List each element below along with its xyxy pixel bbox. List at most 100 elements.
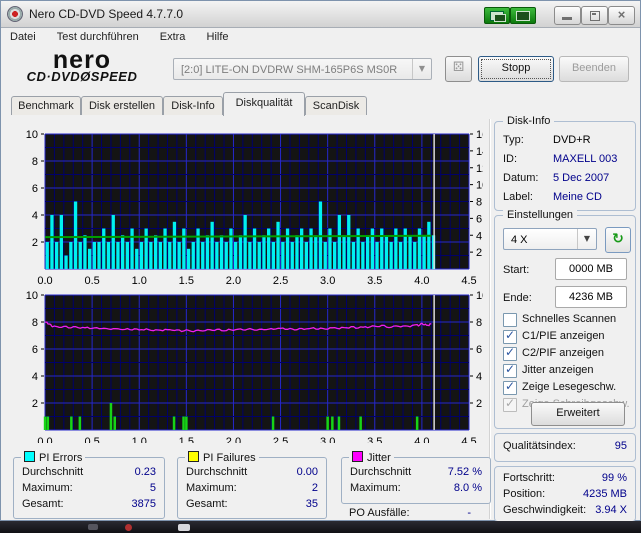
taskbar-icon[interactable] xyxy=(178,524,190,531)
svg-text:10: 10 xyxy=(26,129,38,141)
svg-text:3.5: 3.5 xyxy=(367,436,382,443)
advanced-button[interactable]: Erweitert xyxy=(531,402,625,426)
svg-text:1.0: 1.0 xyxy=(132,436,147,443)
svg-text:16: 16 xyxy=(476,129,483,141)
disk-info-panel: Disk-Info Typ: DVD+R ID: MAXELL 003 Datum:… xyxy=(494,115,636,211)
tab-benchmark[interactable]: Benchmark xyxy=(11,96,81,115)
speed-select[interactable]: 4 X ▼ xyxy=(503,228,597,250)
po-failures-row: PO Ausfälle: - xyxy=(349,507,471,521)
nero-logo: nero CD·DVDØSPEED xyxy=(26,46,138,84)
app-icon xyxy=(7,6,23,22)
taskbar[interactable] xyxy=(0,521,641,533)
menu-datei[interactable]: Datei xyxy=(1,28,45,43)
svg-text:4: 4 xyxy=(32,371,38,383)
tab-diskqualitaet[interactable]: Diskqualität xyxy=(223,92,305,116)
jitter-stats: Jitter Durchschnitt 7.52 % Maximum: 8.0 % xyxy=(341,451,491,504)
pi-failures-stats: PI Failures Durchschnitt 0.00 Maximum: 2 G… xyxy=(177,451,327,519)
quality-index-label: Qualitätsindex: xyxy=(503,440,576,452)
disk-label-value: Meine CD xyxy=(553,191,602,203)
svg-text:4: 4 xyxy=(32,210,38,222)
checkbox-jitter[interactable]: ✓ xyxy=(503,362,517,378)
end-input[interactable]: 4236 MB xyxy=(555,286,627,308)
titlebar: Nero CD-DVD Speed 4.7.7.0 × xyxy=(1,1,640,28)
disk-type-value: DVD+R xyxy=(553,134,591,146)
tab-scandisk[interactable]: ScanDisk xyxy=(305,96,367,115)
svg-text:12: 12 xyxy=(476,163,483,175)
disk-date-value: 5 Dec 2007 xyxy=(553,172,610,184)
jitter-swatch xyxy=(352,451,363,462)
disk-label-label: Label: xyxy=(503,191,533,203)
check-icon: ✓ xyxy=(505,328,516,342)
maximize-button[interactable] xyxy=(581,6,608,25)
dice-icon: ⚄ xyxy=(452,60,465,75)
checkbox-c2-pif[interactable]: ✓ xyxy=(503,345,517,361)
end-label: Ende: xyxy=(503,292,532,304)
minimize-button[interactable] xyxy=(554,6,581,25)
checkbox-c1-pie[interactable]: ✓ xyxy=(503,328,517,344)
svg-text:8: 8 xyxy=(476,197,482,209)
check-icon: ✓ xyxy=(505,396,516,410)
quality-index-value: 95 xyxy=(614,440,627,452)
svg-text:2.5: 2.5 xyxy=(273,436,288,443)
svg-text:4.0: 4.0 xyxy=(414,436,429,443)
pi-errors-title: PI Errors xyxy=(39,452,83,464)
progress-value: 99 % xyxy=(601,472,627,484)
svg-text:2: 2 xyxy=(476,247,482,259)
svg-text:6: 6 xyxy=(32,183,38,195)
disk-type-label: Typ: xyxy=(503,134,524,146)
close-icon: × xyxy=(617,7,626,22)
screen: Nero CD-DVD Speed 4.7.7.0 × Datei Test d… xyxy=(0,0,641,533)
checkbox-lesegeschw[interactable]: ✓ xyxy=(503,379,517,395)
drive-select[interactable]: [2:0] LITE-ON DVDRW SHM-165P6S MS0R ▼ xyxy=(173,58,432,80)
menu-test-durchfuehren[interactable]: Test durchführen xyxy=(48,28,148,43)
refresh-button[interactable]: ↻ xyxy=(605,227,631,253)
chevron-down-icon: ▼ xyxy=(577,229,596,249)
disk-id-value: MAXELL 003 xyxy=(553,153,618,165)
quit-button[interactable]: Beenden xyxy=(559,56,629,82)
disc-icon: Ø xyxy=(80,69,91,84)
tab-disk-erstellen[interactable]: Disk erstellen xyxy=(81,96,163,115)
svg-text:10: 10 xyxy=(26,290,38,302)
maximize-icon xyxy=(590,11,600,21)
position-value: 4235 MB xyxy=(582,488,627,500)
po-failures-value: - xyxy=(467,507,471,519)
chevron-down-icon: ▼ xyxy=(412,59,431,79)
tab-disk-info[interactable]: Disk-Info xyxy=(163,96,223,115)
speed-label: Geschwindigkeit: xyxy=(503,504,587,516)
disk-date-label: Datum: xyxy=(503,172,539,184)
svg-text:4: 4 xyxy=(476,371,482,383)
taskbar-icon[interactable] xyxy=(125,524,132,531)
menu-hilfe[interactable]: Hilfe xyxy=(198,28,238,43)
screenshot-save-button[interactable] xyxy=(510,7,536,24)
progress-panel: Fortschritt: 99 % Position: 4235 MB Geschw… xyxy=(494,466,636,522)
checkbox-schreibgeschw: ✓ xyxy=(503,396,517,412)
window-title: Nero CD-DVD Speed 4.7.7.0 xyxy=(29,7,184,21)
svg-text:4.5: 4.5 xyxy=(461,436,476,443)
svg-text:14: 14 xyxy=(476,146,483,158)
save-icon xyxy=(516,11,530,21)
jitter-title: Jitter xyxy=(367,452,391,464)
tabstrip: Benchmark Disk erstellen Disk-Info Diskq… xyxy=(1,92,640,116)
start-input[interactable]: 0000 MB xyxy=(555,258,627,280)
menubar: Datei Test durchführen Extra Hilfe xyxy=(1,28,640,48)
pi-failures-swatch xyxy=(188,451,199,462)
close-button[interactable]: × xyxy=(608,6,635,25)
random-seek-button[interactable]: ⚄ xyxy=(445,56,472,82)
check-icon: ✓ xyxy=(505,345,516,359)
po-failures-label: PO Ausfälle: xyxy=(349,507,410,519)
speed-value: 3.94 X xyxy=(595,504,627,516)
svg-text:2: 2 xyxy=(32,398,38,410)
settings-panel: Einstellungen 4 X ▼ ↻ Start: 0000 MB End… xyxy=(494,209,636,429)
svg-text:10: 10 xyxy=(476,290,483,302)
menu-extra[interactable]: Extra xyxy=(151,28,195,43)
svg-text:3.0: 3.0 xyxy=(320,436,335,443)
checkbox-schnelles-scannen[interactable]: ✓ xyxy=(503,313,517,327)
screenshot-copy-button[interactable] xyxy=(484,7,510,24)
taskbar-icon[interactable] xyxy=(88,524,98,530)
stop-button[interactable]: Stopp xyxy=(478,56,554,82)
pi-failures-title: PI Failures xyxy=(203,452,256,464)
pi-errors-stats: PI Errors Durchschnitt 0.23 Maximum: 5 Ges… xyxy=(13,451,165,519)
settings-title: Einstellungen xyxy=(503,209,578,221)
svg-text:8: 8 xyxy=(32,156,38,168)
refresh-icon: ↻ xyxy=(612,231,624,247)
